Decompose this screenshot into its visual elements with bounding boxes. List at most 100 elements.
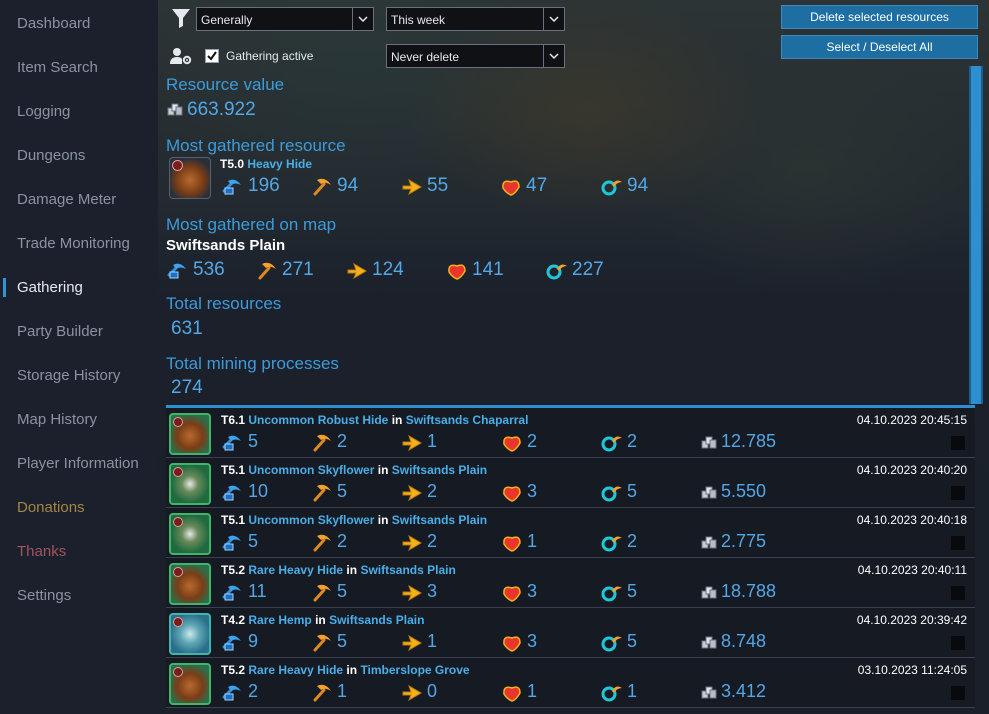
hide-item-icon <box>169 413 211 455</box>
gathering-active-checkbox[interactable] <box>205 49 219 63</box>
nav-trade-monitoring[interactable]: Trade Monitoring <box>17 235 130 252</box>
row-count-value: 3 <box>527 581 538 601</box>
silver-icon <box>167 102 183 116</box>
gathering-row[interactable]: T5.2 Rare Heavy Hide in Swiftsands Plain… <box>166 558 975 608</box>
orange-pickaxe-icon <box>256 260 278 280</box>
resource-value-label: Resource value <box>166 75 285 94</box>
row-tier: T5.1 <box>221 463 246 477</box>
row-select-checkbox[interactable] <box>951 536 965 550</box>
nav-donations[interactable]: Donations <box>17 499 85 516</box>
row-count-4: 1 <box>501 681 537 702</box>
row-map-name[interactable]: Swiftsands Plain <box>392 463 487 477</box>
row-resource-name[interactable]: Uncommon Robust Hide <box>248 413 388 427</box>
row-value: 3.412 <box>721 681 767 701</box>
row-select-checkbox[interactable] <box>951 486 965 500</box>
row-count-value: 2 <box>337 531 348 551</box>
scrollbar[interactable] <box>969 66 983 404</box>
row-count-value: 2 <box>627 531 638 551</box>
row-title: T5.1 Uncommon Skyflower in Swiftsands Pl… <box>221 463 487 477</box>
gathering-row[interactable]: T5.2 Rare Heavy Hide in Timberslope Grov… <box>166 658 975 708</box>
sidebar: Dashboard Item Search Logging Dungeons D… <box>0 0 158 714</box>
row-count-4: 3 <box>501 481 537 502</box>
gathering-row[interactable]: T5.1 Uncommon Skyflower in Swiftsands Pl… <box>166 458 975 508</box>
row-timestamp: 04.10.2023 20:40:18 <box>856 513 967 527</box>
nav-storage-history[interactable]: Storage History <box>17 367 120 384</box>
gathering-panel: Generally This week Gathering active Nev… <box>158 0 989 714</box>
select-deselect-all-button[interactable]: Select / Deselect All <box>781 35 978 59</box>
row-resource-name[interactable]: Rare Hemp <box>248 613 311 627</box>
row-map-name[interactable]: Swiftsands Plain <box>329 613 424 627</box>
row-count-2: 5 <box>311 581 347 602</box>
row-title: T5.2 Rare Heavy Hide in Timberslope Grov… <box>221 663 470 677</box>
chevron-down-icon <box>543 8 564 30</box>
row-value: 8.748 <box>721 631 767 651</box>
row-select-checkbox[interactable] <box>951 636 965 650</box>
row-count-value: 1 <box>527 681 538 701</box>
row-select-checkbox[interactable] <box>951 686 965 700</box>
nav-logging[interactable]: Logging <box>17 103 70 120</box>
row-title: T5.2 Rare Heavy Hide in Swiftsands Plain <box>221 563 456 577</box>
blue-pickaxe-icon <box>167 260 189 280</box>
category-select[interactable]: Generally <box>196 7 374 31</box>
silver-icon <box>701 435 717 449</box>
row-count-2: 5 <box>311 481 347 502</box>
nav-item-search[interactable]: Item Search <box>17 59 98 76</box>
row-count-4: 3 <box>501 631 537 652</box>
row-select-checkbox[interactable] <box>951 436 965 450</box>
map-count-5: 227 <box>546 259 604 281</box>
nav-player-information[interactable]: Player Information <box>17 455 139 472</box>
nav-dungeons[interactable]: Dungeons <box>17 147 85 164</box>
nav-settings[interactable]: Settings <box>17 587 71 604</box>
blue-pickaxe-icon <box>222 532 244 552</box>
row-resource-name[interactable]: Uncommon Skyflower <box>248 513 374 527</box>
row-map-name[interactable]: Swiftsands Plain <box>360 563 455 577</box>
period-select[interactable]: This week <box>386 7 565 31</box>
row-count-1: 10 <box>222 481 268 502</box>
row-count-value: 5 <box>248 431 259 451</box>
row-count-value: 10 <box>248 481 269 501</box>
row-tier: T4.2 <box>221 613 246 627</box>
nav-thanks[interactable]: Thanks <box>17 543 66 560</box>
row-map-name[interactable]: Swiftsands Chaparral <box>406 413 529 427</box>
nav-gathering[interactable]: Gathering <box>17 279 83 296</box>
scrollbar-thumb[interactable] <box>971 66 981 404</box>
row-tier: T5.2 <box>221 663 246 677</box>
nav-dashboard[interactable]: Dashboard <box>17 15 90 32</box>
most-gathered-name[interactable]: Heavy Hide <box>247 157 312 171</box>
most-gathered-title: T5.0 Heavy Hide <box>220 157 312 171</box>
total-mining-value: 274 <box>171 377 203 398</box>
row-resource-name[interactable]: Rare Heavy Hide <box>248 563 343 577</box>
nav-damage-meter[interactable]: Damage Meter <box>17 191 116 208</box>
row-count-3: 3 <box>401 581 437 602</box>
nav-party-builder[interactable]: Party Builder <box>17 323 103 340</box>
map-count-4: 141 <box>446 259 504 281</box>
cyan-ring-icon <box>601 582 623 602</box>
map-count-1: 536 <box>167 259 225 281</box>
row-resource-name[interactable]: Rare Heavy Hide <box>248 663 343 677</box>
nav-map-history[interactable]: Map History <box>17 411 97 428</box>
delete-selected-button[interactable]: Delete selected resources <box>781 5 978 29</box>
row-map-name[interactable]: Timberslope Grove <box>360 663 469 677</box>
most-gathered-label: Most gathered resource <box>166 136 346 155</box>
red-heart-icon <box>501 482 523 502</box>
row-count-2: 5 <box>311 631 347 652</box>
user-gear-icon <box>170 48 192 65</box>
row-select-checkbox[interactable] <box>951 586 965 600</box>
gathering-row[interactable]: T5.1 Uncommon Skyflower in Swiftsands Pl… <box>166 508 975 558</box>
total-resources-value: 631 <box>171 318 203 339</box>
row-count-3: 2 <box>401 531 437 552</box>
row-timestamp: 03.10.2023 11:24:05 <box>857 663 967 677</box>
delete-option-select[interactable]: Never delete <box>386 44 565 68</box>
red-heart-icon <box>501 432 523 452</box>
yellow-bolt-icon <box>401 582 423 602</box>
row-resource-name[interactable]: Uncommon Skyflower <box>248 463 374 477</box>
most-gathered-count-3: 55 <box>401 175 448 197</box>
row-count-1: 5 <box>222 431 258 452</box>
row-silver-value: 18.788 <box>701 581 776 602</box>
row-map-name[interactable]: Swiftsands Plain <box>392 513 487 527</box>
gathering-row[interactable]: T6.1 Uncommon Robust Hide in Swiftsands … <box>166 408 975 458</box>
map-count-2: 271 <box>256 259 314 281</box>
gathering-row[interactable]: T4.2 Rare Hemp in Swiftsands Plain 9 5 1 <box>166 608 975 658</box>
row-timestamp: 04.10.2023 20:40:20 <box>856 463 967 477</box>
silver-icon <box>701 485 717 499</box>
